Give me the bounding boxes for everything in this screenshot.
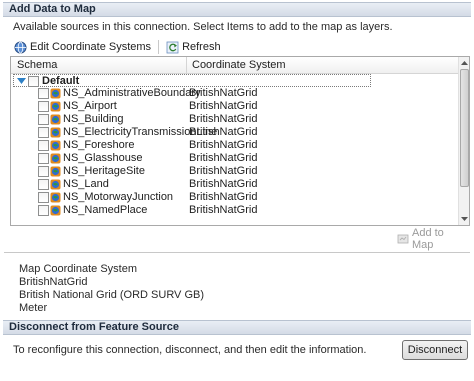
table-row[interactable]: NS_Airport BritishNatGrid [11, 100, 459, 113]
add-to-map-label: Add to Map [412, 227, 444, 251]
table-row[interactable]: NS_AdministrativeBoundary BritishNatGrid [11, 87, 459, 100]
edit-coordinate-systems-button[interactable]: Edit Coordinate Systems [10, 38, 155, 56]
row-schema-name: NS_Land [63, 178, 109, 190]
row-coordinate-system: BritishNatGrid [189, 139, 258, 151]
feature-source-icon [50, 127, 61, 138]
row-schema-name: NS_HeritageSite [63, 165, 145, 177]
table-row[interactable]: NS_Foreshore BritishNatGrid [11, 139, 459, 152]
row-coordinate-system: BritishNatGrid [189, 126, 258, 138]
feature-source-icon [50, 153, 61, 164]
edit-coordinate-systems-label: Edit Coordinate Systems [30, 41, 152, 53]
globe-icon [14, 41, 27, 54]
table-row[interactable]: NS_MotorwayJunction BritishNatGrid [11, 191, 459, 204]
row-coordinate-system: BritishNatGrid [189, 191, 258, 203]
add-data-description: Available sources in this connection. Se… [13, 21, 393, 33]
row-checkbox[interactable] [38, 88, 49, 99]
column-header-schema[interactable]: Schema [17, 59, 57, 71]
row-checkbox[interactable] [38, 127, 49, 138]
map-coordinate-system-title: Map Coordinate System [19, 263, 137, 275]
map-cs-units: Meter [19, 302, 48, 314]
table-row[interactable]: NS_HeritageSite BritishNatGrid [11, 165, 459, 178]
scroll-up-arrow-icon[interactable] [460, 59, 469, 68]
tree-group-default[interactable]: Default [13, 74, 371, 87]
feature-source-icon [50, 192, 61, 203]
row-coordinate-system: BritishNatGrid [189, 100, 258, 112]
row-schema-name: NS_NamedPlace [63, 204, 148, 216]
row-coordinate-system: BritishNatGrid [189, 178, 258, 190]
row-checkbox[interactable] [38, 101, 49, 112]
schema-grid[interactable]: Schema Coordinate System Default NS_Admi… [10, 56, 470, 226]
row-checkbox[interactable] [38, 140, 49, 151]
row-schema-name: NS_Glasshouse [63, 152, 143, 164]
refresh-button[interactable]: Refresh [162, 38, 225, 56]
row-schema-name: NS_Building [63, 113, 124, 125]
scrollbar-thumb[interactable] [460, 69, 469, 187]
toolbar: Edit Coordinate Systems Refresh [10, 38, 225, 56]
row-checkbox[interactable] [38, 114, 49, 125]
refresh-label: Refresh [182, 41, 221, 53]
row-coordinate-system: BritishNatGrid [189, 113, 258, 125]
table-row[interactable]: NS_NamedPlace BritishNatGrid [11, 204, 459, 217]
table-row[interactable]: NS_Glasshouse BritishNatGrid [11, 152, 459, 165]
toolbar-separator [158, 40, 160, 54]
row-schema-name: NS_Airport [63, 100, 117, 112]
row-schema-name: NS_MotorwayJunction [63, 191, 174, 203]
column-divider[interactable] [186, 57, 187, 74]
row-coordinate-system: BritishNatGrid [189, 87, 258, 99]
add-to-map-button[interactable]: Add to Map [393, 227, 465, 251]
row-schema-name: NS_AdministrativeBoundary [63, 87, 201, 99]
row-checkbox[interactable] [38, 205, 49, 216]
disconnect-button[interactable]: Disconnect [402, 340, 468, 360]
table-row[interactable]: NS_Building BritishNatGrid [11, 113, 459, 126]
feature-source-icon [50, 101, 61, 112]
row-checkbox[interactable] [38, 179, 49, 190]
column-header-coordinate-system[interactable]: Coordinate System [192, 59, 286, 71]
row-checkbox[interactable] [38, 166, 49, 177]
grid-vertical-scrollbar[interactable] [458, 57, 469, 225]
section-divider [4, 252, 470, 253]
table-row[interactable]: NS_ElectricityTransmissionLine BritishNat… [11, 126, 459, 139]
feature-source-icon [50, 140, 61, 151]
default-group-checkbox[interactable] [28, 76, 39, 87]
add-to-map-icon [397, 233, 409, 245]
feature-source-icon [50, 88, 61, 99]
row-coordinate-system: BritishNatGrid [189, 165, 258, 177]
disconnect-description: To reconfigure this connection, disconne… [13, 344, 367, 356]
disconnect-section-header: Disconnect from Feature Source [3, 320, 471, 335]
feature-source-icon [50, 179, 61, 190]
refresh-icon [166, 41, 179, 54]
scroll-down-arrow-icon[interactable] [460, 214, 469, 223]
feature-source-icon [50, 114, 61, 125]
table-row[interactable]: NS_Land BritishNatGrid [11, 178, 459, 191]
feature-source-icon [50, 205, 61, 216]
map-cs-description: British National Grid (ORD SURV GB) [19, 289, 205, 301]
row-coordinate-system: BritishNatGrid [189, 204, 258, 216]
feature-source-icon [50, 166, 61, 177]
map-cs-code: BritishNatGrid [19, 276, 88, 288]
row-schema-name: NS_Foreshore [63, 139, 135, 151]
row-checkbox[interactable] [38, 192, 49, 203]
grid-header: Schema Coordinate System [11, 57, 459, 74]
add-data-section-header: Add Data to Map [3, 2, 471, 17]
grid-rows: Default NS_AdministrativeBoundary British… [11, 74, 459, 217]
row-checkbox[interactable] [38, 153, 49, 164]
row-coordinate-system: BritishNatGrid [189, 152, 258, 164]
